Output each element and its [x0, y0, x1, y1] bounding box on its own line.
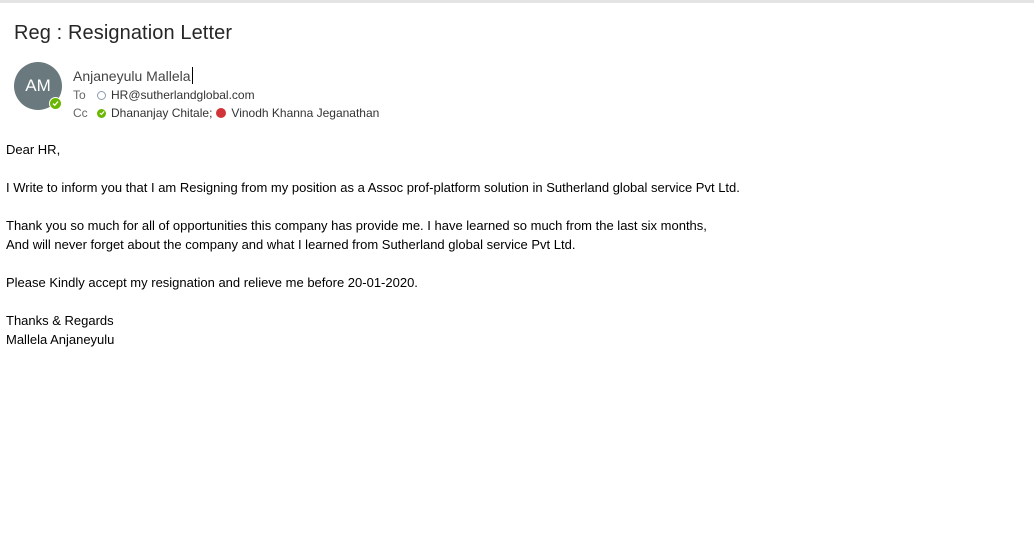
body-paragraph: And will never forget about the company … [6, 237, 576, 252]
signature: Mallela Anjaneyulu [6, 332, 115, 347]
cc-label: Cc [73, 106, 88, 120]
presence-unknown-icon [97, 90, 106, 100]
email-body[interactable]: Dear HR, I Write to inform you that I am… [6, 140, 1006, 349]
to-label: To [73, 88, 86, 102]
sender-name-text: Anjaneyulu Mallela [73, 68, 191, 84]
cc-recipient[interactable]: Vinodh Khanna Jeganathan [231, 106, 379, 120]
text-cursor [191, 67, 193, 84]
presence-available-icon [49, 97, 62, 110]
sender-name[interactable]: Anjaneyulu Mallela [73, 67, 193, 84]
email-subject: Reg : Resignation Letter [14, 22, 233, 44]
cc-recipient[interactable]: Dhananjay Chitale; [111, 106, 212, 120]
body-paragraph: Thank you so much for all of opportuniti… [6, 218, 707, 233]
presence-available-icon [97, 108, 106, 118]
greeting: Dear HR, [6, 142, 61, 157]
body-paragraph: I Write to inform you that I am Resignin… [6, 180, 740, 195]
closing: Thanks & Regards [6, 313, 114, 328]
to-recipient[interactable]: HR@sutherlandglobal.com [111, 88, 255, 102]
to-row: To HR@sutherlandglobal.com [73, 88, 255, 102]
cc-row: Cc Dhananjay Chitale; Vinodh Khanna Jega… [73, 106, 379, 120]
top-divider [0, 0, 1034, 3]
body-paragraph: Please Kindly accept my resignation and … [6, 275, 418, 290]
presence-busy-icon [216, 108, 227, 118]
